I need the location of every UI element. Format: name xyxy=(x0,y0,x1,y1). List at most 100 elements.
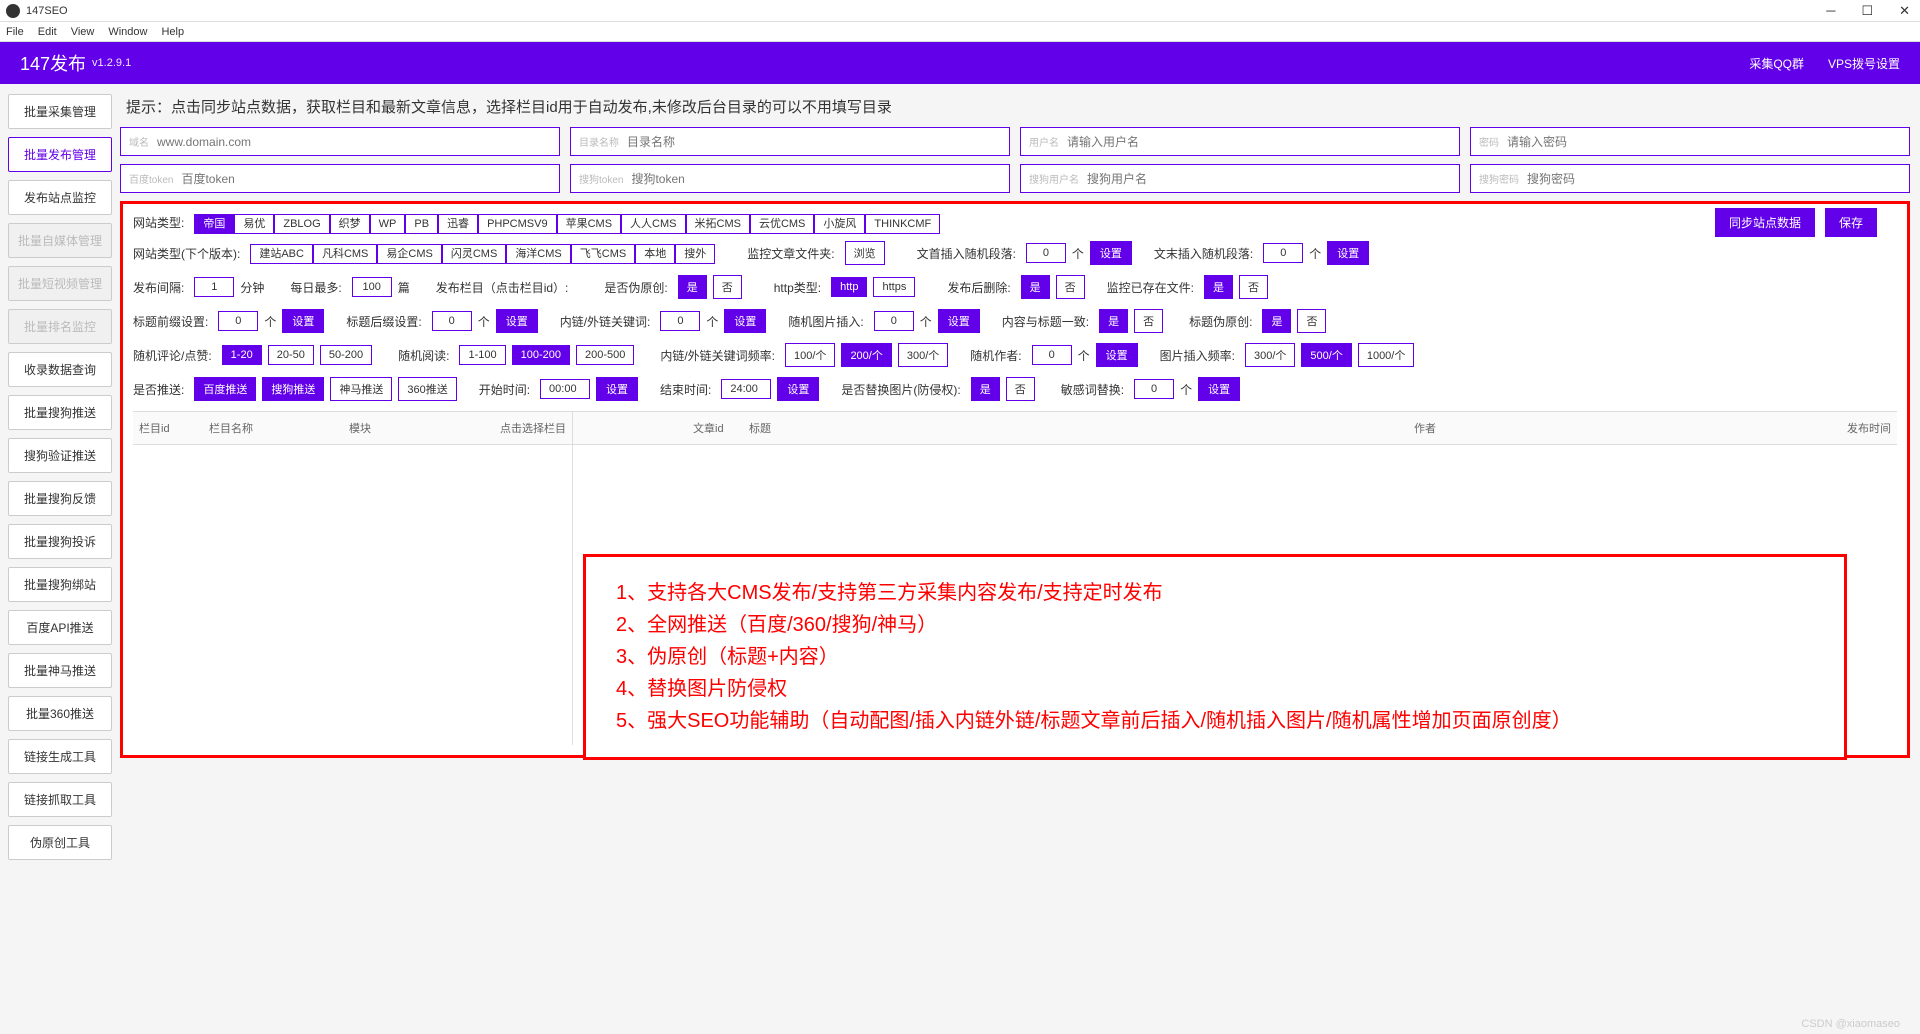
sidebar-item-11[interactable]: 批量搜狗绑站 xyxy=(8,567,112,602)
delete-after-yes[interactable]: 是 xyxy=(1021,275,1050,299)
title-fake-no[interactable]: 否 xyxy=(1297,309,1326,333)
opt-米拓CMS[interactable]: 米拓CMS xyxy=(686,214,750,234)
opt-易企CMS[interactable]: 易企CMS xyxy=(377,244,441,264)
opt-THINKCMF[interactable]: THINKCMF xyxy=(865,214,940,234)
rr-opt-1[interactable]: 100-200 xyxy=(512,345,570,365)
menu-view[interactable]: View xyxy=(71,26,95,38)
sidebar-item-2[interactable]: 发布站点监控 xyxy=(8,180,112,215)
rand-img-val[interactable]: 0 xyxy=(874,311,914,331)
https-opt[interactable]: https xyxy=(873,277,915,297)
doc-end-val[interactable]: 0 xyxy=(1263,243,1303,263)
end-time-val[interactable]: 24:00 xyxy=(721,379,771,399)
opt-ZBLOG[interactable]: ZBLOG xyxy=(274,214,329,234)
opt-帝国[interactable]: 帝国 xyxy=(194,214,234,234)
daily-max-val[interactable]: 100 xyxy=(352,277,392,297)
text-input[interactable] xyxy=(1087,172,1451,186)
if-opt-0[interactable]: 300/个 xyxy=(1245,343,1295,367)
content-match-yes[interactable]: 是 xyxy=(1099,309,1128,333)
menu-file[interactable]: File xyxy=(6,26,24,38)
fake-orig-yes[interactable]: 是 xyxy=(678,275,707,299)
title-fake-yes[interactable]: 是 xyxy=(1262,309,1291,333)
opt-迅睿[interactable]: 迅睿 xyxy=(438,214,478,234)
content-match-no[interactable]: 否 xyxy=(1134,309,1163,333)
monitor-exist-yes[interactable]: 是 xyxy=(1204,275,1233,299)
opt-建站ABC[interactable]: 建站ABC xyxy=(250,244,313,264)
lf-opt-1[interactable]: 200/个 xyxy=(841,343,891,367)
header-link-vps[interactable]: VPS拨号设置 xyxy=(1828,55,1900,72)
link-kw-set[interactable]: 设置 xyxy=(724,309,766,333)
link-kw-val[interactable]: 0 xyxy=(660,311,700,331)
sensitive-set[interactable]: 设置 xyxy=(1198,377,1240,401)
push-sogou[interactable]: 搜狗推送 xyxy=(262,377,324,401)
sidebar-item-12[interactable]: 百度API推送 xyxy=(8,610,112,645)
opt-本地[interactable]: 本地 xyxy=(635,244,675,264)
menu-edit[interactable]: Edit xyxy=(38,26,57,38)
sidebar-item-13[interactable]: 批量神马推送 xyxy=(8,653,112,688)
opt-闪灵CMS[interactable]: 闪灵CMS xyxy=(442,244,506,264)
text-input[interactable] xyxy=(1527,172,1901,186)
close-icon[interactable]: ✕ xyxy=(1895,3,1914,19)
start-time-set[interactable]: 设置 xyxy=(596,377,638,401)
sidebar-item-14[interactable]: 批量360推送 xyxy=(8,696,112,731)
sidebar-item-0[interactable]: 批量采集管理 xyxy=(8,94,112,129)
text-input[interactable] xyxy=(631,172,1001,186)
minimize-icon[interactable]: ─ xyxy=(1822,3,1839,19)
push-baidu[interactable]: 百度推送 xyxy=(194,377,256,401)
fake-orig-no[interactable]: 否 xyxy=(713,275,742,299)
title-suffix-set[interactable]: 设置 xyxy=(496,309,538,333)
doc-start-val[interactable]: 0 xyxy=(1026,243,1066,263)
http-opt[interactable]: http xyxy=(831,277,867,297)
text-input[interactable] xyxy=(1507,135,1901,149)
column-table-body[interactable] xyxy=(133,445,572,745)
interval-val[interactable]: 1 xyxy=(194,277,234,297)
replace-img-yes[interactable]: 是 xyxy=(971,377,1000,401)
sidebar-item-1[interactable]: 批量发布管理 xyxy=(8,137,112,172)
text-input[interactable] xyxy=(157,135,551,149)
header-link-qq[interactable]: 采集QQ群 xyxy=(1749,55,1804,72)
if-opt-2[interactable]: 1000/个 xyxy=(1358,343,1415,367)
sidebar-item-6[interactable]: 收录数据查询 xyxy=(8,352,112,387)
opt-云优CMS[interactable]: 云优CMS xyxy=(750,214,814,234)
opt-凡科CMS[interactable]: 凡科CMS xyxy=(313,244,377,264)
rr-opt-0[interactable]: 1-100 xyxy=(459,345,505,365)
opt-人人CMS[interactable]: 人人CMS xyxy=(621,214,685,234)
title-prefix-val[interactable]: 0 xyxy=(218,311,258,331)
title-suffix-val[interactable]: 0 xyxy=(432,311,472,331)
sidebar-item-17[interactable]: 伪原创工具 xyxy=(8,825,112,860)
replace-img-no[interactable]: 否 xyxy=(1006,377,1035,401)
opt-海洋CMS[interactable]: 海洋CMS xyxy=(506,244,570,264)
rr-opt-2[interactable]: 200-500 xyxy=(576,345,634,365)
sync-button[interactable]: 同步站点数据 xyxy=(1715,208,1815,237)
sensitive-val[interactable]: 0 xyxy=(1134,379,1174,399)
text-input[interactable] xyxy=(627,135,1001,149)
rand-img-set[interactable]: 设置 xyxy=(938,309,980,333)
rand-author-val[interactable]: 0 xyxy=(1032,345,1072,365)
menu-help[interactable]: Help xyxy=(161,26,184,38)
text-input[interactable] xyxy=(181,172,551,186)
sidebar-item-16[interactable]: 链接抓取工具 xyxy=(8,782,112,817)
text-input[interactable] xyxy=(1067,135,1451,149)
push-shenma[interactable]: 神马推送 xyxy=(330,377,392,401)
maximize-icon[interactable]: ☐ xyxy=(1857,3,1877,19)
save-button[interactable]: 保存 xyxy=(1825,208,1877,237)
opt-易优[interactable]: 易优 xyxy=(234,214,274,234)
rc-opt-1[interactable]: 20-50 xyxy=(268,345,314,365)
opt-小旋风[interactable]: 小旋风 xyxy=(814,214,865,234)
sidebar-item-3[interactable]: 批量自媒体管理 xyxy=(8,223,112,258)
menu-window[interactable]: Window xyxy=(108,26,147,38)
opt-PHPCMSV9[interactable]: PHPCMSV9 xyxy=(478,214,557,234)
opt-WP[interactable]: WP xyxy=(370,214,406,234)
rc-opt-2[interactable]: 50-200 xyxy=(320,345,372,365)
sidebar-item-9[interactable]: 批量搜狗反馈 xyxy=(8,481,112,516)
sidebar-item-10[interactable]: 批量搜狗投诉 xyxy=(8,524,112,559)
sidebar-item-15[interactable]: 链接生成工具 xyxy=(8,739,112,774)
if-opt-1[interactable]: 500/个 xyxy=(1301,343,1351,367)
sidebar-item-7[interactable]: 批量搜狗推送 xyxy=(8,395,112,430)
doc-end-set-button[interactable]: 设置 xyxy=(1327,241,1369,265)
lf-opt-0[interactable]: 100/个 xyxy=(785,343,835,367)
sidebar-item-4[interactable]: 批量短视频管理 xyxy=(8,266,112,301)
opt-PB[interactable]: PB xyxy=(405,214,438,234)
delete-after-no[interactable]: 否 xyxy=(1056,275,1085,299)
push-360[interactable]: 360推送 xyxy=(398,377,456,401)
sidebar-item-5[interactable]: 批量排名监控 xyxy=(8,309,112,344)
